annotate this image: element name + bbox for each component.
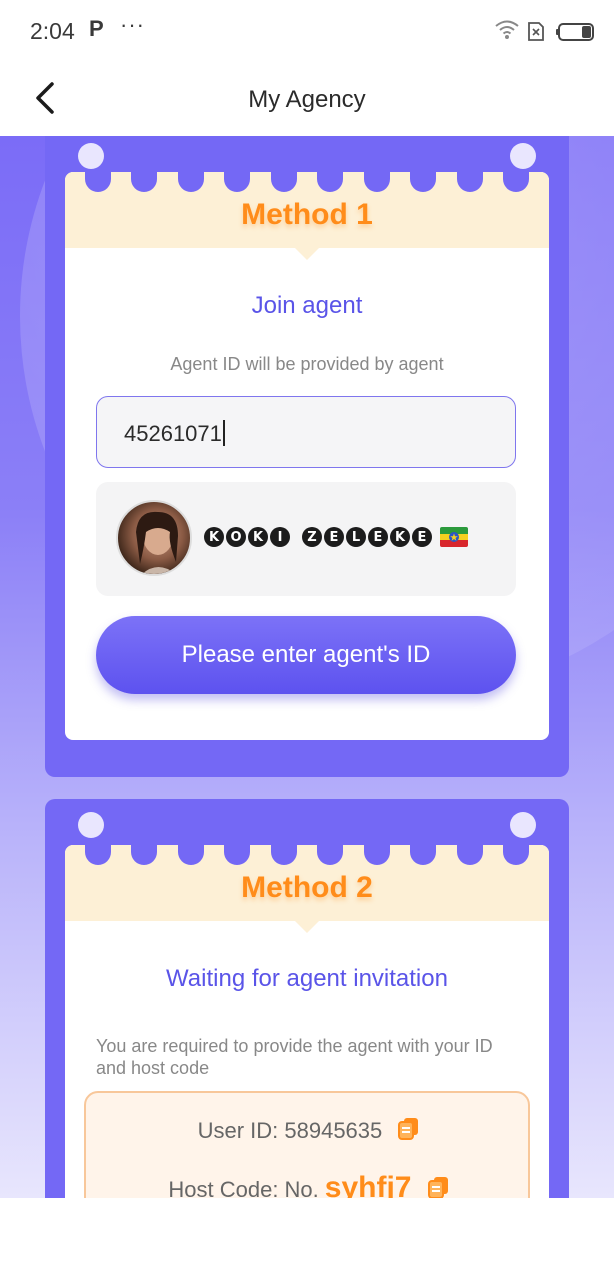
copy-icon[interactable]: [427, 1176, 450, 1198]
method1-banner: Method 1: [65, 172, 549, 248]
enter-agent-id-button[interactable]: Please enter agent's ID: [96, 616, 516, 694]
ethiopia-flag-icon: [440, 527, 468, 547]
agent-result-card[interactable]: K O K I Z E L E K E: [96, 482, 516, 596]
method1-title: Method 1: [241, 198, 373, 231]
name-letter: K: [248, 527, 268, 547]
app-header: My Agency: [0, 62, 614, 136]
banner-pointer: [295, 248, 319, 260]
bottom-area: [0, 1198, 614, 1280]
name-letter: K: [204, 527, 224, 547]
name-letter: K: [390, 527, 410, 547]
more-notifications-icon: ···: [120, 12, 145, 37]
page-title: My Agency: [248, 86, 366, 113]
join-agent-heading: Join agent: [251, 292, 363, 319]
status-time: 2:04: [30, 18, 75, 44]
name-letter: E: [412, 527, 432, 547]
name-letter: E: [324, 527, 344, 547]
scallop-edge: [65, 845, 549, 865]
status-bar: 2:04 P ···: [0, 0, 614, 62]
id-info-box: User ID: 58945635 Host Code: No. syhfj7: [84, 1091, 530, 1198]
method2-card: Method 2 Waiting for agent invitation Yo…: [45, 799, 569, 1198]
agent-avatar: [116, 500, 192, 576]
name-letter: I: [270, 527, 290, 547]
host-code-label: Host Code: No.: [168, 1177, 319, 1198]
name-letter: L: [346, 527, 366, 547]
user-id-label: User ID: 58945635: [197, 1118, 383, 1143]
ticket-hole: [510, 143, 536, 169]
wifi-icon: [495, 20, 519, 39]
no-sim-icon: [528, 22, 544, 41]
parking-icon: P: [89, 16, 104, 41]
name-letter: O: [226, 527, 246, 547]
waiting-invitation-heading: Waiting for agent invitation: [166, 965, 448, 992]
content-area[interactable]: Method 1 Join agent Agent ID will be pro…: [0, 136, 614, 1198]
host-code-value: syhfj7: [324, 1171, 412, 1198]
agent-id-value[interactable]: 45261071: [124, 420, 225, 447]
method2-panel: Method 2 Waiting for agent invitation Yo…: [65, 845, 549, 1198]
agent-id-input[interactable]: 45261071: [96, 396, 516, 468]
method1-card: Method 1 Join agent Agent ID will be pro…: [45, 136, 569, 777]
name-letter: E: [368, 527, 388, 547]
copy-icon[interactable]: [398, 1117, 420, 1141]
battery-icon: [556, 23, 594, 41]
agent-name: K O K I Z E L E K E: [204, 527, 468, 547]
text-cursor: [222, 420, 225, 446]
method1-panel: Method 1 Join agent Agent ID will be pro…: [65, 172, 549, 740]
banner-pointer: [295, 921, 319, 933]
ticket-hole: [510, 812, 536, 838]
name-letter: Z: [302, 527, 322, 547]
method2-banner: Method 2: [65, 845, 549, 921]
ticket-hole: [78, 812, 104, 838]
user-id-row: User ID: 58945635: [86, 1117, 532, 1144]
requirement-text: You are required to provide the agent wi…: [96, 1036, 493, 1078]
host-code-row: Host Code: No. syhfj7: [86, 1171, 532, 1198]
agent-id-hint: Agent ID will be provided by agent: [170, 354, 444, 374]
ticket-hole: [78, 143, 104, 169]
scallop-edge: [65, 172, 549, 192]
method2-title: Method 2: [241, 871, 373, 904]
